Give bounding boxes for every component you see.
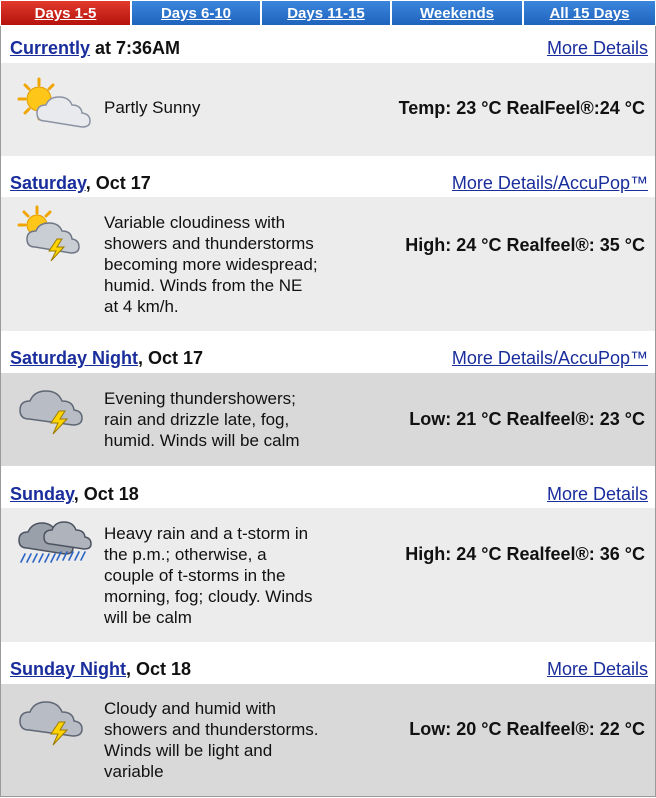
period-header-sunday: Sunday, Oct 18 More Details <box>10 481 648 507</box>
desc-line: humid. Winds will be calm <box>104 431 300 450</box>
more-details-link[interactable]: More Details <box>547 656 648 682</box>
period-date: , Oct 18 <box>73 484 139 504</box>
period-description: Cloudy and humid with showers and thunde… <box>104 698 354 782</box>
desc-line: becoming more widespread; <box>104 255 318 274</box>
current-condition: Partly Sunny <box>104 98 201 117</box>
desc-line: variable <box>104 762 164 781</box>
desc-line: Evening thundershowers; <box>104 389 296 408</box>
period-description: Heavy rain and a t-storm in the p.m.; ot… <box>104 523 354 628</box>
desc-line: the p.m.; otherwise, a <box>104 545 267 564</box>
period-band-saturday: Variable cloudiness with showers and thu… <box>1 197 655 331</box>
period-temp: Low: 20 °C Realfeel®: 22 °C <box>409 719 645 739</box>
current-header: Currently at 7:36AM More Details <box>10 35 648 61</box>
tab-days-6-10[interactable]: Days 6-10 <box>131 0 261 26</box>
period-description: Evening thundershowers; rain and drizzle… <box>104 388 354 451</box>
desc-line: showers and thunderstorms <box>104 234 314 253</box>
desc-line: will be calm <box>104 608 192 627</box>
current-title-link[interactable]: Currently <box>10 38 90 58</box>
desc-line: humid. Winds from the NE <box>104 276 303 295</box>
tab-bar: Days 1-5 Days 6-10 Days 11-15 Weekends A… <box>0 0 656 28</box>
current-band: Partly Sunny Temp: 23 °C RealFeel®:24 °C <box>1 63 655 156</box>
period-date: , Oct 18 <box>126 659 192 679</box>
period-temp: Low: 21 °C Realfeel®: 23 °C <box>409 409 645 429</box>
heavy-rain-icon <box>18 521 92 563</box>
period-date: , Oct 17 <box>85 173 151 193</box>
period-title-link[interactable]: Sunday <box>10 484 74 504</box>
desc-line: at 4 km/h. <box>104 297 179 316</box>
period-band-saturday-night: Evening thundershowers; rain and drizzle… <box>1 373 655 466</box>
tab-weekends[interactable]: Weekends <box>391 0 523 26</box>
more-details-accupop-link[interactable]: More Details/AccuPop™ <box>452 345 648 371</box>
period-temp: High: 24 °C Realfeel®: 36 °C <box>405 544 645 564</box>
period-temp: High: 24 °C Realfeel®: 35 °C <box>405 235 645 255</box>
period-title-link[interactable]: Saturday Night <box>10 348 138 368</box>
cloud-thunderstorm-icon <box>19 390 83 435</box>
sun-cloud-thunderstorm-icon <box>17 205 80 261</box>
desc-line: Cloudy and humid with <box>104 699 276 718</box>
period-band-sunday: Heavy rain and a t-storm in the p.m.; ot… <box>1 508 655 642</box>
current-more-details-link[interactable]: More Details <box>547 35 648 61</box>
period-title-link[interactable]: Sunday Night <box>10 659 126 679</box>
desc-line: Variable cloudiness with <box>104 213 286 232</box>
period-date: , Oct 17 <box>138 348 204 368</box>
tab-days-11-15[interactable]: Days 11-15 <box>261 0 391 26</box>
tab-days-1-5[interactable]: Days 1-5 <box>0 0 131 26</box>
period-title-link[interactable]: Saturday <box>10 173 86 193</box>
cloud-thunderstorm-icon <box>19 701 83 746</box>
current-time: at 7:36AM <box>90 38 181 58</box>
desc-line: Winds will be light and <box>104 741 273 760</box>
desc-line: rain and drizzle late, fog, <box>104 410 290 429</box>
desc-line: couple of t-storms in the <box>104 566 286 585</box>
period-header-sunday-night: Sunday Night, Oct 18 More Details <box>10 656 648 682</box>
desc-line: Heavy rain and a t-storm in <box>104 524 309 543</box>
current-temp: Temp: 23 °C RealFeel®:24 °C <box>398 98 645 118</box>
tab-all-15-days[interactable]: All 15 Days <box>523 0 656 26</box>
period-description: Variable cloudiness with showers and thu… <box>104 212 354 317</box>
period-band-sunday-night: Cloudy and humid with showers and thunde… <box>1 684 655 796</box>
more-details-accupop-link[interactable]: More Details/AccuPop™ <box>452 170 648 196</box>
partly-sunny-icon <box>17 77 91 128</box>
period-header-saturday: Saturday, Oct 17 More Details/AccuPop™ <box>10 170 648 196</box>
more-details-link[interactable]: More Details <box>547 481 648 507</box>
desc-line: morning, fog; cloudy. Winds <box>104 587 313 606</box>
desc-line: showers and thunderstorms. <box>104 720 319 739</box>
period-header-saturday-night: Saturday Night, Oct 17 More Details/Accu… <box>10 345 648 371</box>
